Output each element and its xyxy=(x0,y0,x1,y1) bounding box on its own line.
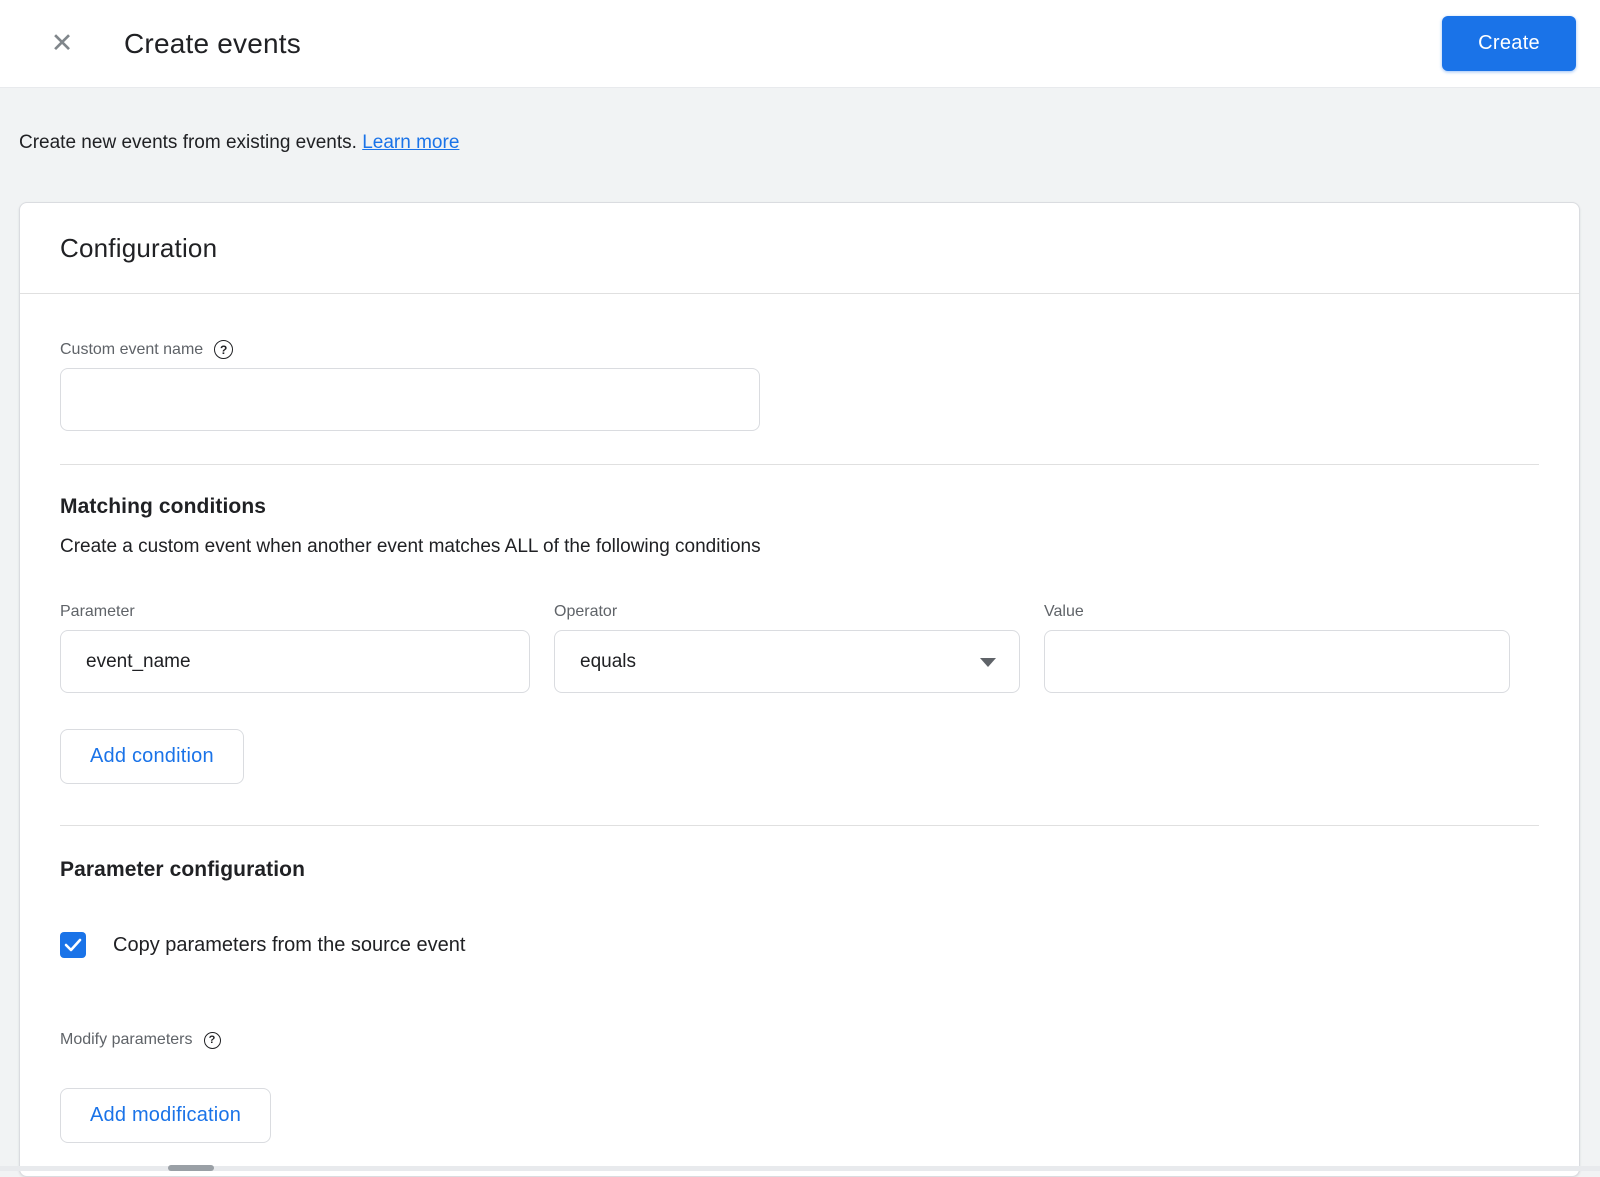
card-title: Configuration xyxy=(60,233,218,263)
learn-more-link[interactable]: Learn more xyxy=(362,132,459,153)
topbar: ✕ Create events Create xyxy=(0,0,1600,88)
section-divider xyxy=(60,464,1539,465)
copy-parameters-label: Copy parameters from the source event xyxy=(113,933,466,956)
operator-select[interactable]: equals xyxy=(554,630,1020,693)
condition-row: Parameter Operator equals Value xyxy=(60,603,1539,693)
operator-label: Operator xyxy=(554,603,618,620)
parameter-label: Parameter xyxy=(60,603,135,620)
value-input[interactable] xyxy=(1044,630,1510,693)
add-modification-button[interactable]: Add modification xyxy=(60,1088,272,1143)
close-icon[interactable]: ✕ xyxy=(47,29,77,59)
card-body: Custom event name ? Matching conditions … xyxy=(20,294,1579,1176)
intro-text: Create new events from existing events. xyxy=(19,132,357,153)
copy-parameters-row: Copy parameters from the source event xyxy=(60,932,1539,958)
modify-parameters-label: Modify parameters xyxy=(60,1031,193,1048)
matching-conditions-description: Create a custom event when another event… xyxy=(60,536,761,557)
matching-conditions-heading: Matching conditions xyxy=(60,495,267,518)
parameter-configuration-heading: Parameter configuration xyxy=(60,858,306,881)
configuration-card: Configuration Custom event name ? Matchi… xyxy=(19,202,1580,1177)
help-icon[interactable]: ? xyxy=(203,1031,221,1049)
operator-selected-value: equals xyxy=(580,650,636,672)
custom-event-name-label: Custom event name xyxy=(60,340,204,358)
section-divider xyxy=(60,825,1539,826)
custom-event-name-input[interactable] xyxy=(60,368,760,431)
modify-parameters-label-row: Modify parameters ? xyxy=(60,1031,1539,1049)
page-title: Create events xyxy=(124,27,301,59)
parameter-input[interactable] xyxy=(60,630,530,693)
value-label: Value xyxy=(1044,603,1084,620)
intro-line: Create new events from existing events. … xyxy=(0,88,1600,154)
checkmark-icon xyxy=(64,938,82,952)
copy-parameters-checkbox[interactable] xyxy=(60,932,86,958)
create-button[interactable]: Create xyxy=(1442,16,1576,71)
add-condition-button[interactable]: Add condition xyxy=(60,729,244,784)
bottom-strip xyxy=(0,1166,1600,1171)
custom-event-name-label-row: Custom event name ? xyxy=(60,340,1539,359)
card-header: Configuration xyxy=(20,203,1579,294)
help-icon[interactable]: ? xyxy=(214,340,234,359)
dropdown-arrow-icon xyxy=(980,657,996,667)
horizontal-scrollbar-thumb[interactable] xyxy=(168,1165,214,1171)
